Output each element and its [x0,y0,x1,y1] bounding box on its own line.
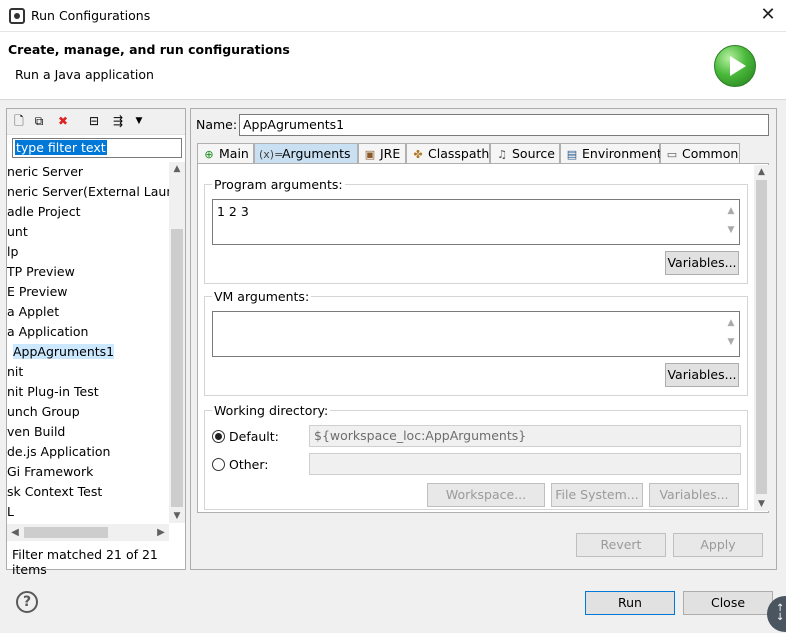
tree-item[interactable]: unt [7,222,169,242]
tree-horizontal-scrollbar[interactable]: ◀ ▶ [7,524,169,541]
tree-item[interactable]: adle Project [7,202,169,222]
tab-content-vertical-scrollbar[interactable]: ▲ ▼ [754,165,769,511]
dialog-header: Create, manage, and run configurations R… [0,32,786,100]
tree-item[interactable]: unch Group [7,402,169,422]
textarea-scroll-icon[interactable]: ▲ ▼ [725,314,737,352]
tree-item-selected[interactable]: AppAgruments1 [7,342,169,362]
tree-item[interactable]: neric Server [7,162,169,182]
tab-classpath[interactable]: ✤ Classpath [406,143,490,163]
left-toolbar: 🗋 ⧉ ✖ ⊟ ⇶ ▼ [7,109,185,135]
filter-input[interactable]: type filter text [12,138,182,158]
run-logo-icon [714,45,756,87]
textarea-scroll-icon[interactable]: ▲ ▼ [725,202,737,240]
default-directory-field: ${workspace_loc:AppArguments} [309,425,741,447]
default-radio-label: Default: [229,429,279,444]
tab-common[interactable]: ▭ Common [660,143,740,163]
environment-tab-icon: ▤ [566,148,578,161]
program-arguments-group: Program arguments: 1 2 3 ▲ ▼ Variables... [204,177,748,284]
tab-source[interactable]: ♫ Source [490,143,560,163]
tab-main[interactable]: ⊕ Main [197,143,254,163]
collapse-all-icon[interactable]: ⊟ [87,114,101,128]
other-radio[interactable] [212,458,225,471]
scroll-left-icon[interactable]: ◀ [7,524,23,541]
revert-button[interactable]: Revert [576,533,666,557]
working-variables-button[interactable]: Variables... [649,483,739,507]
delete-config-icon[interactable]: ✖ [56,114,70,128]
configuration-tree: neric Server neric Server(External Launc… [7,162,169,522]
tree-item[interactable]: L [7,502,169,522]
name-input[interactable]: AppAgruments1 [239,114,769,136]
filter-config-icon[interactable]: ⇶ [111,114,125,128]
vm-variables-button[interactable]: Variables... [665,363,739,387]
tab-jre[interactable]: ▣ JRE [358,143,406,163]
help-icon[interactable]: ? [16,591,38,613]
other-directory-field[interactable] [309,453,741,475]
other-radio-label: Other: [229,457,269,472]
workspace-button[interactable]: Workspace... [427,483,545,507]
filter-status: Filter matched 21 of 21 items [12,547,158,577]
run-button[interactable]: Run [585,591,675,615]
vm-arguments-input[interactable]: ▲ ▼ [212,311,740,357]
tree-item[interactable]: E Preview [7,282,169,302]
source-tab-icon: ♫ [497,148,507,161]
scroll-down-icon[interactable]: ▼ [169,509,185,523]
arguments-tab-content: Program arguments: 1 2 3 ▲ ▼ Variables...… [197,163,769,513]
close-button[interactable]: Close [683,591,773,615]
tree-item[interactable]: a Applet [7,302,169,322]
configuration-editor-panel: Name: AppAgruments1 ⊕ Main (x)=Arguments … [190,108,777,570]
tab-arguments[interactable]: (x)=Arguments [254,143,358,163]
program-arguments-input[interactable]: 1 2 3 ▲ ▼ [212,199,740,245]
scroll-thumb[interactable] [171,229,183,507]
scroll-down-icon[interactable]: ▼ [754,497,769,511]
header-subtitle: Run a Java application [15,67,154,82]
tree-item[interactable]: a Application [7,322,169,342]
view-menu-chevron-down-icon[interactable]: ▼ [132,114,146,128]
program-variables-button[interactable]: Variables... [665,251,739,275]
duplicate-config-icon[interactable]: ⧉ [32,114,46,128]
working-directory-group: Working directory: Default: ${workspace_… [204,403,748,510]
program-arguments-label: Program arguments: [212,177,345,192]
header-title: Create, manage, and run configurations [8,42,290,57]
common-tab-icon: ▭ [666,148,678,161]
tree-item[interactable]: nit Plug-in Test [7,382,169,402]
apply-button[interactable]: Apply [673,533,763,557]
name-label: Name: [196,117,238,132]
scroll-right-icon[interactable]: ▶ [153,524,169,541]
title-bar: Run Configurations ✕ [0,0,786,32]
tree-item[interactable]: Gi Framework [7,462,169,482]
file-system-button[interactable]: File System... [551,483,643,507]
scroll-up-icon[interactable]: ▲ [169,162,185,176]
tree-vertical-scrollbar[interactable]: ▲ ▼ [169,162,185,523]
tree-item[interactable]: de.js Application [7,442,169,462]
vm-arguments-label: VM arguments: [212,289,312,304]
jre-tab-icon: ▣ [364,148,376,161]
scroll-thumb[interactable] [24,527,108,538]
vm-arguments-group: VM arguments: ▲ ▼ Variables... [204,289,748,396]
classpath-tab-icon: ✤ [413,148,423,161]
program-arguments-value: 1 2 3 [217,204,249,219]
scroll-thumb[interactable] [756,180,767,494]
tree-item[interactable]: neric Server(External Launc [7,182,169,202]
close-window-icon[interactable]: ✕ [758,4,778,26]
main-tab-icon: ⊕ [204,148,214,161]
tree-item[interactable]: sk Context Test [7,482,169,502]
scroll-up-icon[interactable]: ▲ [754,165,769,179]
default-radio[interactable] [212,430,225,443]
eclipse-app-icon [9,8,25,24]
tree-item[interactable]: lp [7,242,169,262]
working-directory-label: Working directory: [212,403,331,418]
tree-item[interactable]: nit [7,362,169,382]
new-config-icon[interactable]: 🗋 [12,114,26,128]
configuration-list-panel: 🗋 ⧉ ✖ ⊟ ⇶ ▼ type filter text neric Serve… [6,108,186,577]
config-tabs: ⊕ Main (x)=Arguments ▣ JRE ✤ Classpath ♫ Sou… [197,143,769,163]
tree-item[interactable]: TP Preview [7,262,169,282]
window-title: Run Configurations [31,8,151,23]
tab-environment[interactable]: ▤ Environment [560,143,662,163]
filter-placeholder: type filter text [15,140,107,155]
tree-item[interactable]: ven Build [7,422,169,442]
arguments-tab-icon: (x)= [259,148,284,161]
